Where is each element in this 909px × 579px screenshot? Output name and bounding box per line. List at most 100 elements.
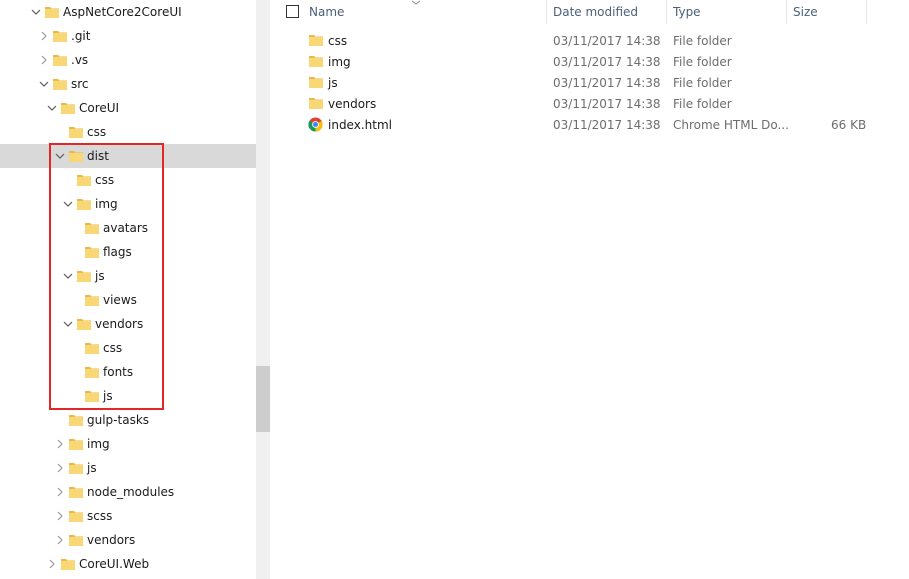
tree-item-label: vendors	[95, 317, 144, 331]
folder-icon	[68, 533, 84, 547]
chevron-right-icon[interactable]	[55, 535, 65, 545]
column-divider[interactable]	[866, 0, 867, 24]
column-size[interactable]: Size	[793, 0, 818, 24]
tree-item[interactable]: dist	[0, 144, 256, 168]
folder-icon	[52, 77, 68, 91]
column-type[interactable]: Type	[673, 0, 701, 24]
chevron-right-icon[interactable]	[47, 559, 57, 569]
file-name: vendors	[328, 97, 377, 111]
tree-item[interactable]: css	[0, 120, 256, 144]
folder-icon	[44, 5, 60, 19]
folder-icon	[52, 53, 68, 67]
tree-item[interactable]: js	[0, 384, 256, 408]
tree-item-label: css	[95, 173, 115, 187]
file-type: File folder	[673, 97, 732, 111]
tree-item-label: js	[87, 461, 97, 475]
tree-item[interactable]: node_modules	[0, 480, 256, 504]
folder-icon	[308, 33, 324, 48]
tree-item[interactable]: AspNetCore2CoreUI	[0, 0, 256, 24]
tree-item[interactable]: .git	[0, 24, 256, 48]
tree-item[interactable]: vendors	[0, 312, 256, 336]
folder-icon	[68, 125, 84, 139]
chevron-down-icon[interactable]	[55, 151, 65, 161]
column-name[interactable]: Name	[309, 0, 344, 24]
tree-item-label: src	[71, 77, 89, 91]
folder-icon	[68, 461, 84, 475]
tree-item[interactable]: js	[0, 456, 256, 480]
folder-icon	[68, 485, 84, 499]
folder-icon	[84, 365, 100, 379]
file-name: js	[328, 76, 338, 90]
column-date-modified[interactable]: Date modified	[553, 0, 638, 24]
tree-item-label: img	[87, 437, 110, 451]
file-name: index.html	[328, 118, 392, 132]
tree-item-label: css	[103, 341, 123, 355]
chevron-down-icon[interactable]	[63, 199, 73, 209]
tree-item-label: CoreUI	[79, 101, 120, 115]
tree-item[interactable]: avatars	[0, 216, 256, 240]
tree-item[interactable]: CoreUI	[0, 96, 256, 120]
column-divider[interactable]	[666, 0, 667, 24]
folder-icon	[308, 96, 324, 111]
tree-item-label: node_modules	[87, 485, 175, 499]
file-row[interactable]: css 03/11/2017 14:38 File folder	[270, 30, 909, 51]
tree-item[interactable]: views	[0, 288, 256, 312]
tree-item-label: img	[95, 197, 118, 211]
chevron-right-icon[interactable]	[55, 463, 65, 473]
tree-item-label: .vs	[71, 53, 89, 67]
chevron-down-icon[interactable]	[31, 7, 41, 17]
folder-icon	[84, 389, 100, 403]
file-row[interactable]: vendors 03/11/2017 14:38 File folder	[270, 93, 909, 114]
file-date-modified: 03/11/2017 14:38	[553, 55, 661, 69]
file-name: img	[328, 55, 351, 69]
chevron-down-icon[interactable]	[63, 319, 73, 329]
tree-item[interactable]: fonts	[0, 360, 256, 384]
select-all-checkbox[interactable]	[286, 5, 299, 18]
file-date-modified: 03/11/2017 14:38	[553, 76, 661, 90]
column-divider[interactable]	[546, 0, 547, 24]
tree-item-label: gulp-tasks	[87, 413, 150, 427]
folder-icon	[60, 557, 76, 571]
folder-icon	[60, 101, 76, 115]
tree-item[interactable]: vendors	[0, 528, 256, 552]
chevron-down-icon[interactable]	[63, 271, 73, 281]
file-type: Chrome HTML Do...	[673, 118, 789, 132]
folder-icon	[52, 29, 68, 43]
tree-item[interactable]: .vs	[0, 48, 256, 72]
tree-item-label: vendors	[87, 533, 136, 547]
tree-item[interactable]: img	[0, 192, 256, 216]
folder-icon	[76, 317, 92, 331]
file-date-modified: 03/11/2017 14:38	[553, 118, 661, 132]
folder-icon	[84, 341, 100, 355]
tree-item-label: js	[95, 269, 105, 283]
tree-item[interactable]: css	[0, 168, 256, 192]
tree-item-label: flags	[103, 245, 132, 259]
tree-item[interactable]: gulp-tasks	[0, 408, 256, 432]
folder-icon	[68, 437, 84, 451]
navigation-scrollbar[interactable]	[256, 0, 270, 579]
tree-item[interactable]: scss	[0, 504, 256, 528]
tree-item[interactable]: js	[0, 264, 256, 288]
tree-item[interactable]: src	[0, 72, 256, 96]
file-row[interactable]: js 03/11/2017 14:38 File folder	[270, 72, 909, 93]
file-name: css	[328, 34, 348, 48]
tree-item[interactable]: css	[0, 336, 256, 360]
chevron-right-icon[interactable]	[39, 55, 49, 65]
file-row[interactable]: index.html 03/11/2017 14:38 Chrome HTML Do…	[270, 114, 909, 135]
tree-item[interactable]: flags	[0, 240, 256, 264]
tree-item[interactable]: img	[0, 432, 256, 456]
column-divider[interactable]	[786, 0, 787, 24]
chevron-right-icon[interactable]	[39, 31, 49, 41]
folder-icon	[84, 245, 100, 259]
chevron-right-icon[interactable]	[55, 487, 65, 497]
folder-icon	[68, 509, 84, 523]
tree-item[interactable]: CoreUI.Web	[0, 552, 256, 576]
file-row[interactable]: img 03/11/2017 14:38 File folder	[270, 51, 909, 72]
folder-icon	[68, 149, 84, 163]
chevron-right-icon[interactable]	[55, 511, 65, 521]
scrollbar-thumb[interactable]	[256, 366, 270, 432]
chevron-down-icon[interactable]	[39, 79, 49, 89]
chevron-right-icon[interactable]	[55, 439, 65, 449]
navigation-pane[interactable]: AspNetCore2CoreUI .git .vs src CoreUI css dist…	[0, 0, 256, 579]
chevron-down-icon[interactable]	[47, 103, 57, 113]
